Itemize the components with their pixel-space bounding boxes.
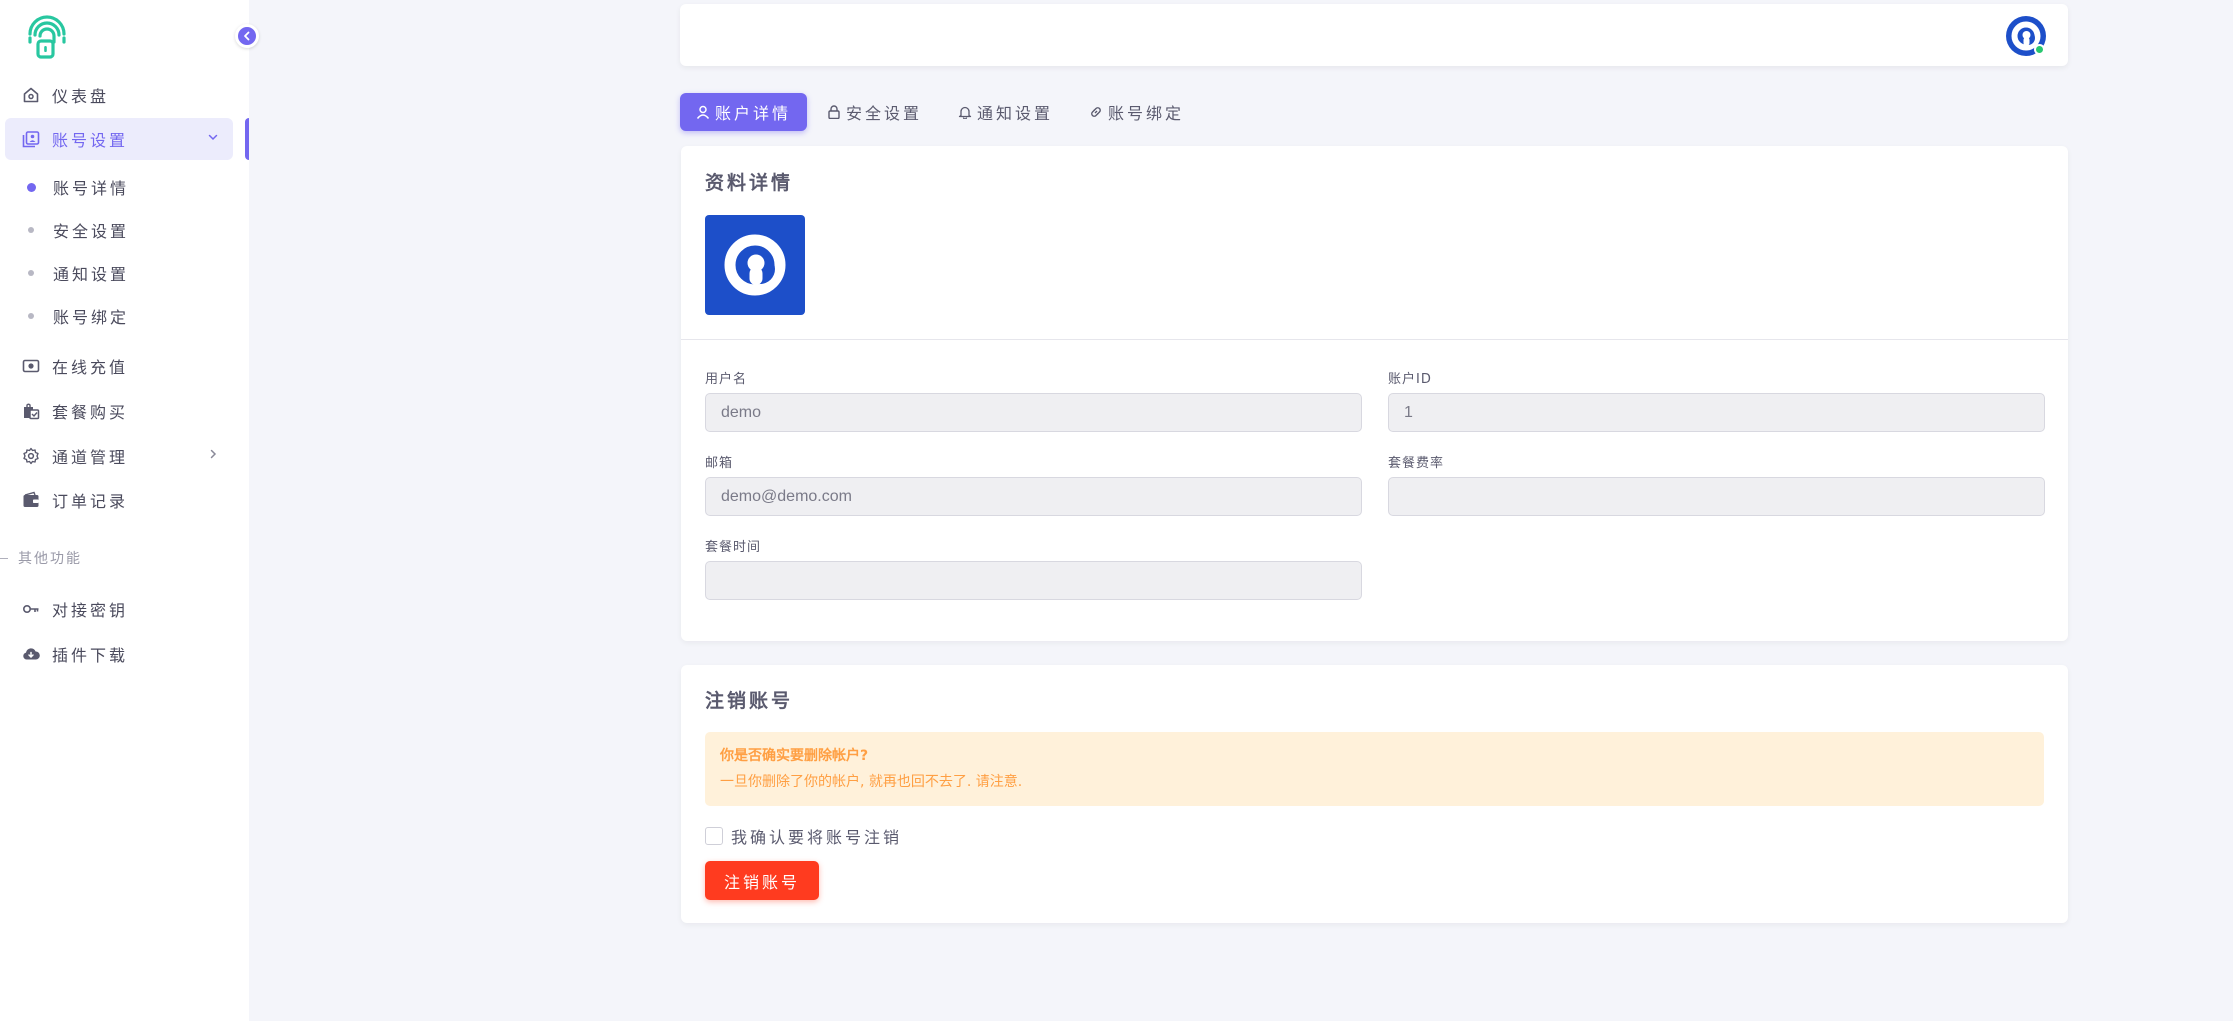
tab-binding[interactable]: 账号绑定	[1073, 93, 1200, 131]
deactivate-account-card: 注销账号 你是否确实要删除帐户? 一旦你删除了你的帐户, 就再也回不去了. 请注…	[681, 665, 2068, 923]
chevron-left-icon	[244, 31, 250, 41]
bell-icon	[958, 105, 972, 119]
bullet-icon	[28, 227, 34, 233]
collapse-sidebar-button[interactable]	[235, 24, 259, 48]
sidebar-item-label: 订单记录	[52, 492, 129, 511]
chevron-down-icon	[207, 131, 219, 146]
sidebar-item-label: 仪表盘	[52, 87, 110, 106]
profile-avatar-icon	[724, 234, 786, 296]
camera-icon	[22, 357, 40, 375]
sidebar-subitem-account-details[interactable]: 账号详情	[27, 172, 129, 202]
warning-text: 一旦你删除了你的帐户, 就再也回不去了. 请注意.	[720, 774, 1023, 790]
wallet-icon	[22, 491, 40, 509]
sidebar-item-api-keys[interactable]: 对接密钥	[5, 588, 233, 630]
sidebar-item-recharge[interactable]: 在线充值	[5, 345, 233, 387]
confirm-deactivate-row: 我确认要将账号注销	[705, 824, 902, 848]
home-icon	[22, 86, 40, 104]
sidebar-item-account-settings[interactable]: 账号设置	[5, 118, 233, 160]
sidebar-item-label: 插件下载	[52, 646, 129, 665]
sidebar-subitem-label: 账号详情	[53, 179, 130, 198]
package-rate-field[interactable]	[1388, 477, 2045, 516]
sidebar-item-label: 通道管理	[52, 448, 129, 467]
sidebar-item-plugin-download[interactable]: 插件下载	[5, 633, 233, 675]
sidebar-subitem-label: 通知设置	[53, 265, 130, 284]
sidebar-item-label: 在线充值	[52, 358, 129, 377]
username-label: 用户名	[705, 372, 748, 387]
user-avatar[interactable]	[2006, 16, 2046, 56]
package-time-field[interactable]	[705, 561, 1362, 600]
chevron-right-icon	[207, 448, 219, 463]
sidebar-item-order-records[interactable]: 订单记录	[5, 479, 233, 521]
username-field[interactable]	[705, 393, 1362, 432]
package-time-label: 套餐时间	[705, 540, 762, 555]
active-indicator	[245, 118, 249, 160]
sidebar-subitem-notifications[interactable]: 通知设置	[27, 258, 129, 288]
package-rate-label: 套餐费率	[1388, 456, 1445, 471]
bullet-icon	[28, 270, 34, 276]
card-title: 注销账号	[705, 690, 794, 712]
sidebar: 仪表盘 账号设置 账号详情 安全设置 通知设置 账号绑定 在线充值 套餐购买 通…	[0, 0, 259, 1021]
account-id-label: 账户ID	[1388, 372, 1432, 387]
top-navbar	[680, 4, 2068, 66]
deactivate-account-button[interactable]: 注销账号	[705, 861, 819, 900]
account-id-field[interactable]	[1388, 393, 2045, 432]
warning-alert: 你是否确实要删除帐户? 一旦你删除了你的帐户, 就再也回不去了. 请注意.	[705, 732, 2044, 806]
email-field[interactable]	[705, 477, 1362, 516]
sidebar-item-channel-management[interactable]: 通道管理	[5, 435, 233, 477]
sidebar-subitem-security[interactable]: 安全设置	[27, 215, 129, 245]
confirm-deactivate-checkbox[interactable]	[705, 827, 723, 845]
gear-icon	[22, 447, 40, 465]
email-label: 邮箱	[705, 456, 734, 471]
account-tabs: 账户详情 安全设置 通知设置 账号绑定	[680, 93, 1204, 131]
key-icon	[22, 600, 40, 618]
profile-picture[interactable]	[705, 215, 805, 315]
lock-icon	[827, 105, 841, 119]
bullet-icon	[27, 182, 36, 192]
sidebar-subitem-label: 安全设置	[53, 222, 130, 241]
sidebar-item-label: 套餐购买	[52, 403, 129, 422]
tab-notifications[interactable]: 通知设置	[942, 93, 1069, 131]
user-icon	[696, 105, 710, 119]
warning-title: 你是否确实要删除帐户?	[720, 748, 869, 764]
sidebar-subitem-label: 账号绑定	[53, 308, 130, 327]
divider	[681, 339, 2068, 340]
sidebar-item-package-purchase[interactable]: 套餐购买	[5, 390, 233, 432]
sidebar-item-dashboard[interactable]: 仪表盘	[5, 74, 233, 116]
profile-details-card: 资料详情 用户名 账户ID 邮箱 套餐费率 套餐时间	[681, 146, 2068, 641]
sidebar-item-label: 对接密钥	[52, 601, 129, 620]
online-status-badge	[2034, 44, 2045, 55]
section-label-other: 其他功能	[0, 548, 82, 568]
cloud-download-icon	[22, 645, 40, 663]
shopping-bag-icon	[22, 402, 40, 420]
account-card-icon	[22, 130, 40, 148]
sidebar-item-label: 账号设置	[52, 131, 129, 150]
confirm-deactivate-label[interactable]: 我确认要将账号注销	[731, 824, 902, 848]
sidebar-subitem-binding[interactable]: 账号绑定	[27, 301, 129, 331]
tab-security[interactable]: 安全设置	[811, 93, 938, 131]
tab-account-details[interactable]: 账户详情	[680, 93, 808, 131]
fingerprint-lock-logo-icon[interactable]	[22, 12, 72, 60]
link-icon	[1089, 105, 1103, 119]
bullet-icon	[28, 313, 34, 319]
card-title: 资料详情	[705, 172, 794, 194]
